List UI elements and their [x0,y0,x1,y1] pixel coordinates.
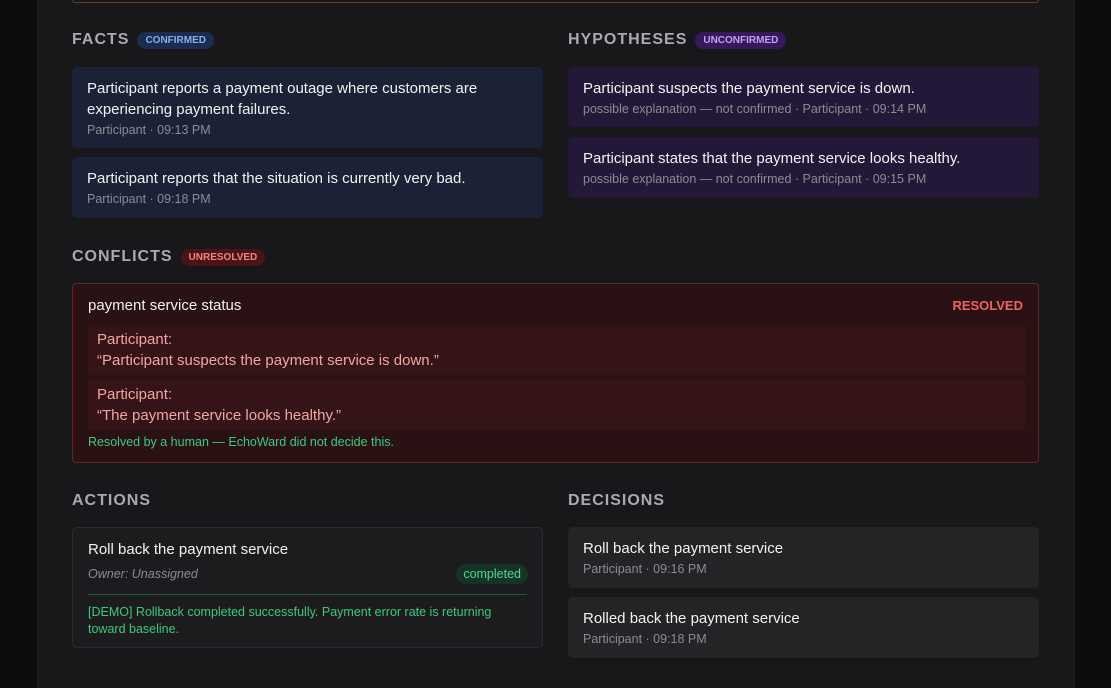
decision-card[interactable]: Rolled back the payment service Particip… [568,597,1039,658]
action-result: [DEMO] Rollback completed successfully. … [88,605,492,636]
fact-card[interactable]: Participant reports a payment outage whe… [72,67,543,148]
fact-card[interactable]: Participant reports that the situation i… [72,157,543,218]
decision-card[interactable]: Roll back the payment service Participan… [568,527,1039,588]
hypothesis-meta: possible explanation — not confirmed · P… [583,102,927,116]
conflict-card[interactable]: payment service status RESOLVED Particip… [72,283,1039,463]
conflicts-heading: CONFLICTS [72,248,173,265]
action-title: Roll back the payment service [88,541,289,558]
conflict-quote: Participant: “Participant suspects the p… [88,325,1025,375]
confirmed-badge: CONFIRMED [137,31,215,49]
divider [88,594,527,595]
quote-text: “Participant suspects the payment servic… [97,352,439,369]
resolution-note: Resolved by a human — EchoWard did not d… [88,435,394,449]
hypothesis-card[interactable]: Participant states that the payment serv… [568,137,1039,198]
action-owner: Owner: Unassigned [88,567,198,581]
decision-meta: Participant · 09:16 PM [583,562,707,576]
hypothesis-meta: possible explanation — not confirmed · P… [583,172,927,186]
decisions-section-header: DECISIONS [568,492,665,510]
decision-meta: Participant · 09:18 PM [583,632,707,646]
quote-text: “The payment service looks healthy.” [97,407,341,424]
fact-text: Participant reports a payment outage whe… [87,80,478,118]
fact-text: Participant reports that the situation i… [87,170,466,187]
hypothesis-text: Participant suspects the payment service… [583,80,915,97]
hypotheses-section-header: HYPOTHESES UNCONFIRMED [568,31,787,49]
actions-section-header: ACTIONS [72,492,151,510]
unresolved-badge: UNRESOLVED [180,248,266,266]
conflicts-section-header: CONFLICTS UNRESOLVED [72,248,266,266]
facts-section-header: FACTS CONFIRMED [72,31,215,49]
top-card-edge [72,0,1039,3]
unconfirmed-badge: UNCONFIRMED [695,31,787,49]
facts-heading: FACTS [72,31,130,48]
action-card[interactable]: Roll back the payment service Owner: Una… [72,527,543,648]
quote-speaker: Participant: [97,331,173,348]
fact-meta: Participant · 09:18 PM [87,192,211,206]
hypothesis-text: Participant states that the payment serv… [583,150,961,167]
actions-heading: ACTIONS [72,492,151,509]
decisions-heading: DECISIONS [568,492,666,509]
decision-text: Rolled back the payment service [583,610,800,627]
quote-speaker: Participant: [97,386,173,403]
decision-text: Roll back the payment service [583,540,784,557]
hypothesis-card[interactable]: Participant suspects the payment service… [568,67,1039,127]
action-status-badge: completed [456,564,528,584]
conflict-status: RESOLVED [952,298,1023,313]
conflict-topic: payment service status [88,297,242,314]
fact-meta: Participant · 09:13 PM [87,123,211,137]
conflict-quote: Participant: “The payment service looks … [88,380,1025,430]
hypotheses-heading: HYPOTHESES [568,31,688,48]
